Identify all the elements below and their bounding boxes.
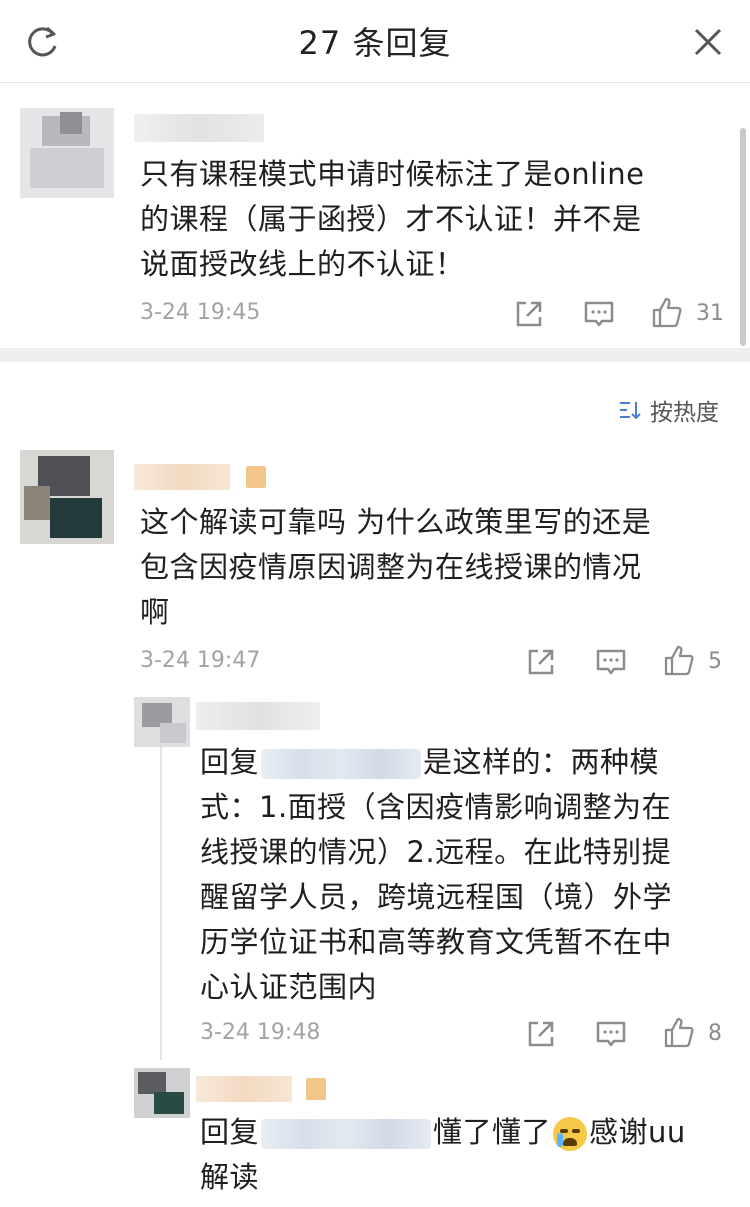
comment-body: 这个解读可靠吗 为什么政策里写的还是 包含因疫情原因调整为在线授课的情况 啊 — [140, 500, 651, 635]
page-title: 27 条回复 — [298, 24, 452, 62]
comment-line: 心认证范围内 — [200, 970, 378, 1004]
share-icon[interactable] — [524, 1017, 558, 1051]
comment-line: 回复 懂了懂了 感谢uu — [200, 1110, 686, 1155]
comment-body: 只有课程模式申请时候标注了是online 的课程（属于函授）才不认证！并不是 说… — [140, 152, 644, 287]
scrollbar[interactable] — [740, 128, 746, 346]
comment-icon[interactable] — [582, 297, 616, 331]
comment-line-rest: 懂了懂了 — [433, 1115, 552, 1149]
username[interactable] — [196, 1076, 292, 1102]
comment-line: 解读 — [200, 1160, 260, 1194]
comment-time: 3-24 19:48 — [200, 1020, 321, 1045]
comment-body: 回复 是这样的：两种模 式：1.面授（含因疫情影响调整为在 线授课的情况）2.远程… — [200, 740, 672, 1010]
close-icon[interactable] — [688, 22, 728, 62]
comment-line: 这个解读可靠吗 为什么政策里写的还是 — [140, 505, 652, 539]
username[interactable] — [196, 702, 320, 730]
username[interactable] — [134, 114, 264, 142]
comment-line: 历学位证书和高等教育文凭暂不在中 — [200, 925, 673, 959]
mentioned-user[interactable] — [261, 1119, 432, 1149]
crying-emoji-icon — [553, 1117, 588, 1151]
like-count: 31 — [696, 301, 724, 326]
share-icon[interactable] — [524, 645, 558, 679]
comment-line: 只有课程模式申请时候标注了是online — [140, 157, 645, 191]
reply-prefix: 回复 — [200, 745, 260, 779]
share-icon[interactable] — [512, 297, 546, 331]
username[interactable] — [134, 464, 230, 490]
comment-icon[interactable] — [594, 1017, 628, 1051]
like-icon[interactable] — [662, 1016, 696, 1050]
sort-button[interactable]: 按热度 — [618, 392, 719, 428]
reply-prefix: 回复 — [200, 1115, 260, 1149]
sort-icon — [620, 402, 641, 420]
avatar[interactable] — [134, 697, 190, 747]
avatar[interactable] — [20, 450, 114, 544]
comment-line-rest: 是这样的：两种模 — [423, 745, 660, 779]
comment-icon[interactable] — [594, 645, 628, 679]
like-count: 5 — [708, 649, 722, 674]
thread-line — [160, 740, 162, 1060]
like-icon[interactable] — [650, 296, 684, 330]
sort-label: 按热度 — [650, 400, 719, 426]
comment-line: 线授课的情况）2.远程。在此特别提 — [200, 835, 672, 869]
mentioned-user[interactable] — [261, 749, 422, 779]
section-divider — [0, 348, 750, 362]
avatar[interactable] — [134, 1068, 190, 1118]
comment-line: 醒留学人员，跨境远程国（境）外学 — [200, 880, 673, 914]
comment-line: 包含因疫情原因调整为在线授课的情况 — [140, 550, 642, 584]
user-badge — [306, 1078, 326, 1100]
comment-time: 3-24 19:45 — [140, 300, 261, 325]
like-count: 8 — [708, 1021, 722, 1046]
comment-line: 式：1.面授（含因疫情影响调整为在 — [200, 790, 672, 824]
top-bar: 27 条回复 — [0, 0, 750, 83]
comment-body: 回复 懂了懂了 感谢uu 解读 — [200, 1110, 686, 1200]
comment-line: 回复 是这样的：两种模 — [200, 740, 672, 785]
comment-line-rest: 感谢uu — [589, 1115, 686, 1149]
comment-line: 的课程（属于函授）才不认证！并不是 — [140, 202, 642, 236]
like-icon[interactable] — [662, 644, 696, 678]
avatar[interactable] — [20, 108, 114, 198]
comment-time: 3-24 19:47 — [140, 648, 261, 673]
user-badge — [246, 466, 266, 488]
comment-line: 啊 — [140, 595, 170, 629]
comment-line: 说面授改线上的不认证！ — [140, 247, 465, 281]
